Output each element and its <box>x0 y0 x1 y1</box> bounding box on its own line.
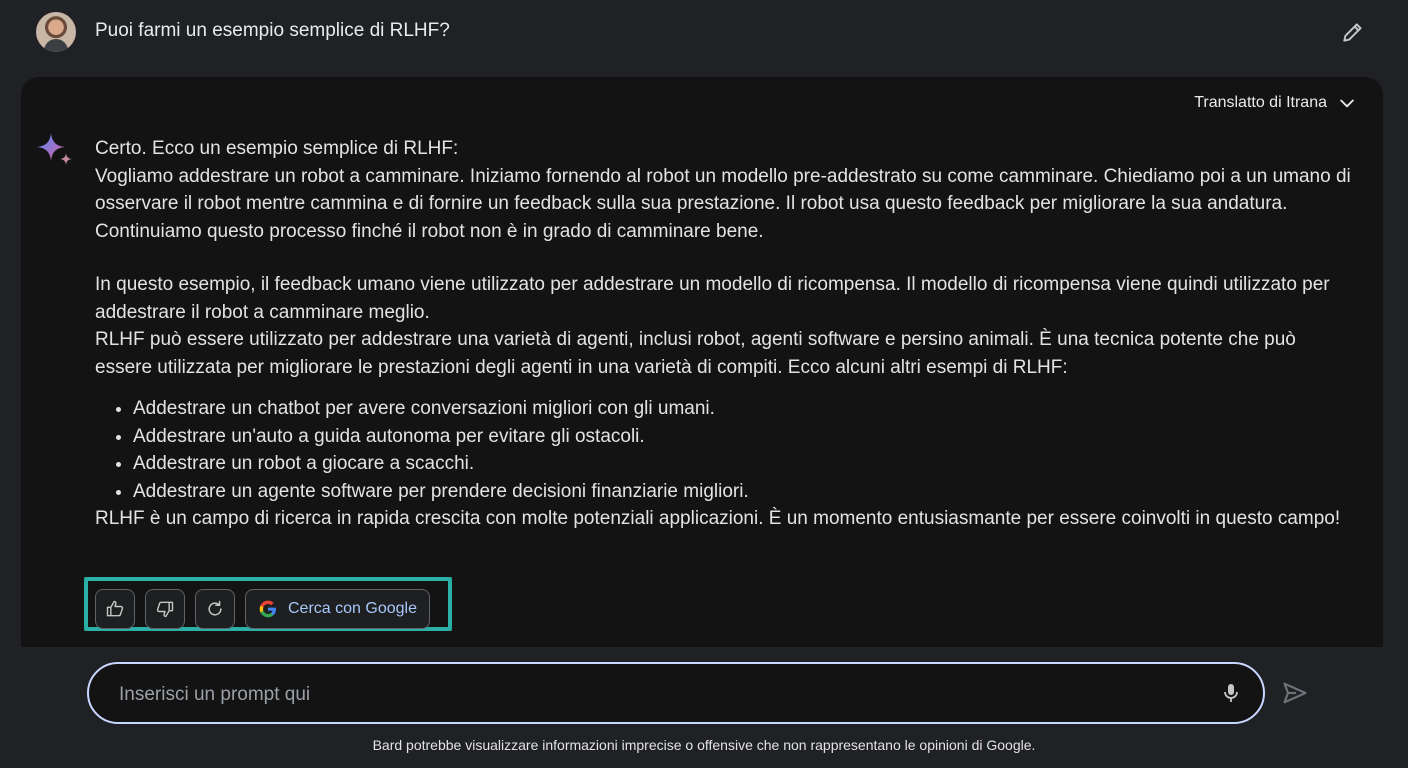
thumbs-down-icon <box>156 601 174 618</box>
list-item: Addestrare un'auto a guida autonoma per … <box>133 423 1355 451</box>
regenerate-button[interactable] <box>195 589 235 629</box>
translation-toggle[interactable]: Translatto di Itrana <box>1194 93 1357 113</box>
send-icon[interactable] <box>1281 679 1309 707</box>
response-paragraph: Vogliamo addestrare un robot a camminare… <box>95 165 1351 242</box>
list-item: Addestrare un agente software per prende… <box>133 478 1355 506</box>
thumbs-down-button[interactable] <box>145 589 185 629</box>
thumbs-up-button[interactable] <box>95 589 135 629</box>
translation-label: Translatto di Itrana <box>1194 94 1327 111</box>
list-item: Addestrare un chatbot per avere conversa… <box>133 395 1355 423</box>
microphone-icon[interactable] <box>1219 681 1243 705</box>
disclaimer-text: Bard potrebbe visualizzare informazioni … <box>372 737 1036 753</box>
prompt-input[interactable] <box>117 679 1181 711</box>
user-prompt-text: Puoi farmi un esempio semplice di RLHF? <box>95 20 450 41</box>
chevron-down-icon <box>1340 99 1354 108</box>
google-icon <box>259 600 276 618</box>
response-paragraph: RLHF può essere utilizzato per addestrar… <box>95 329 1296 378</box>
response-paragraph: In questo esempio, il feedback umano vie… <box>95 274 1330 323</box>
bard-sparkle-icon <box>37 133 72 165</box>
response-closing: RLHF è un campo di ricerca in rapida cre… <box>95 508 1341 529</box>
example-list: Addestrare un chatbot per avere conversa… <box>95 395 1355 505</box>
user-avatar[interactable] <box>36 12 76 52</box>
pencil-icon[interactable] <box>1340 19 1366 45</box>
prompt-bar <box>87 662 1265 724</box>
response-card: Translatto di Itrana Certo. Ecco un esem… <box>21 77 1383 647</box>
google-search-label: Cerca con Google <box>288 600 417 617</box>
regenerate-icon <box>208 600 222 616</box>
response-body: Certo. Ecco un esempio semplice di RLHF:… <box>95 135 1355 533</box>
response-paragraph: Certo. Ecco un esempio semplice di RLHF: <box>95 138 459 159</box>
list-item: Addestrare un robot a giocare a scacchi. <box>133 450 1355 478</box>
user-message-row: Puoi farmi un esempio semplice di RLHF? <box>0 0 1408 70</box>
thumbs-up-icon <box>106 600 124 617</box>
google-search-button[interactable]: Cerca con Google <box>245 589 430 629</box>
response-actions: Cerca con Google <box>95 589 430 629</box>
